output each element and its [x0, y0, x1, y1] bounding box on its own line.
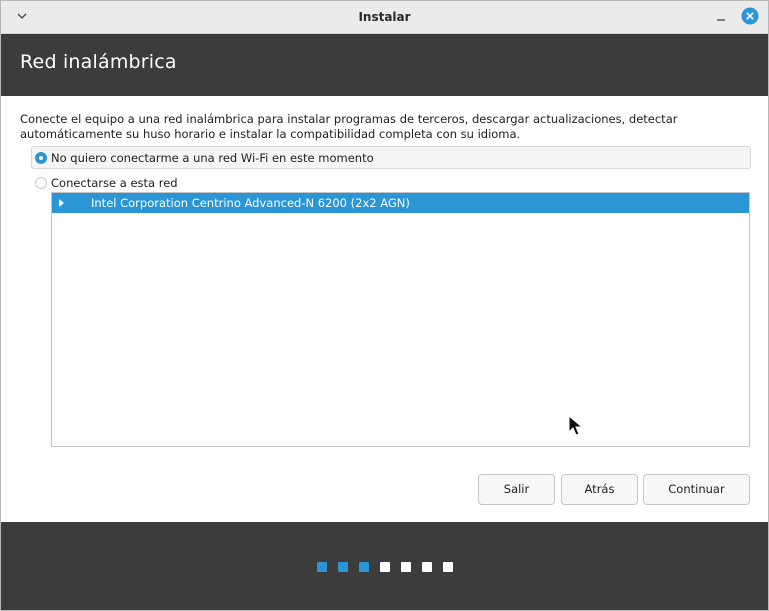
triangle-right-icon[interactable] [58, 198, 66, 208]
page-title: Red inalámbrica [20, 51, 177, 73]
progress-dot-pending [443, 562, 453, 572]
network-list[interactable]: Intel Corporation Centrino Advanced-N 62… [51, 192, 750, 447]
radio-selected[interactable] [35, 151, 47, 164]
progress-dot-pending [422, 562, 432, 572]
progress-footer [1, 522, 768, 610]
window-title: Instalar [358, 10, 411, 24]
progress-dot-completed [338, 562, 348, 572]
page-header: Red inalámbrica [1, 34, 768, 96]
option-no-wifi-label: No quiero conectarme a una red Wi-Fi en … [51, 150, 374, 165]
progress-dot-pending [401, 562, 411, 572]
continue-button[interactable]: Continuar [643, 474, 750, 505]
progress-dots [317, 562, 464, 572]
progress-dot-pending [380, 562, 390, 572]
mouse-pointer-icon [568, 415, 584, 436]
radio-unselected[interactable] [35, 177, 47, 189]
minimize-icon[interactable] [713, 9, 729, 25]
quit-button[interactable]: Salir [478, 474, 555, 505]
progress-dot-completed [359, 562, 369, 572]
option-connect-network[interactable]: Conectarse a esta red [32, 173, 178, 193]
network-device-label: Intel Corporation Centrino Advanced-N 62… [91, 196, 410, 210]
installer-window: Instalar Red inalámbrica Conecte el equi… [0, 0, 769, 611]
page-description: Conecte el equipo a una red inalámbrica … [20, 112, 678, 141]
titlebar: Instalar [1, 1, 768, 34]
close-icon[interactable] [741, 7, 759, 25]
option-connect-network-label: Conectarse a esta red [51, 176, 178, 190]
back-button[interactable]: Atrás [561, 474, 638, 505]
progress-dot-completed [317, 562, 327, 572]
network-list-item[interactable]: Intel Corporation Centrino Advanced-N 62… [52, 193, 749, 213]
option-no-wifi[interactable]: No quiero conectarme a una red Wi-Fi en … [31, 146, 751, 169]
